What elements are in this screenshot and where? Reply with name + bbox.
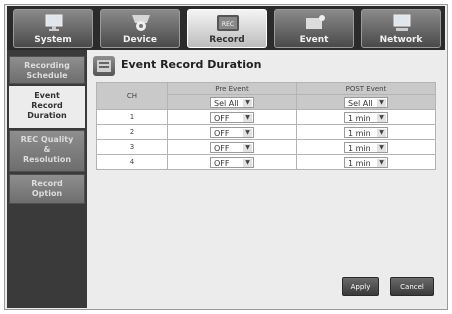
rec-icon-text: REC: [222, 21, 234, 28]
sidebar-item-label: Resolution: [22, 155, 72, 164]
chevron-down-icon: ▼: [377, 143, 386, 152]
sidebar-item-label: Recording: [24, 61, 70, 70]
sidebar: Recording Schedule Event Record Duration…: [7, 50, 87, 308]
select-value: 1 min: [348, 128, 371, 138]
sidebar-item-label: Duration: [27, 111, 67, 120]
table-row: 2 OFF ▼ 1 min ▼: [96, 124, 436, 140]
post-event-cell: 1 min ▼: [296, 154, 436, 170]
chevron-down-icon: ▼: [243, 143, 252, 152]
sidebar-item-label: &: [43, 145, 51, 154]
cancel-button[interactable]: Cancel: [390, 277, 434, 296]
pre-event-cell: OFF ▼: [167, 154, 297, 170]
select-value: OFF: [214, 113, 230, 123]
event-icon: [306, 15, 325, 29]
pre-event-cell: OFF ▼: [167, 124, 297, 140]
sidebar-item-label: REC Quality: [20, 135, 74, 144]
pre-event-select[interactable]: OFF ▼: [210, 156, 254, 168]
ch-number: 4: [96, 154, 168, 170]
event-duration-table: CH Pre Event POST Event Sel All ▼ Sel All…: [96, 82, 436, 170]
sidebar-item-rec-quality[interactable]: REC Quality & Resolution: [9, 130, 85, 172]
pre-select-all-cell: Sel All ▼: [167, 94, 297, 110]
table-row: 4 OFF ▼ 1 min ▼: [96, 154, 436, 170]
sidebar-item-label: Record: [31, 101, 63, 110]
select-value: 1 min: [348, 158, 371, 168]
monitor-icon: [45, 14, 63, 31]
column-header-post-event: POST Event: [296, 82, 436, 95]
record-duration-icon: [93, 56, 115, 76]
pre-event-cell: OFF ▼: [167, 139, 297, 155]
pre-event-cell: OFF ▼: [167, 109, 297, 125]
sidebar-item-event-record-duration[interactable]: Event Record Duration: [9, 86, 85, 128]
chevron-down-icon: ▼: [377, 113, 386, 122]
chevron-down-icon: ▼: [243, 113, 252, 122]
post-select-all-cell: Sel All ▼: [296, 94, 436, 110]
post-event-cell: 1 min ▼: [296, 139, 436, 155]
post-event-select[interactable]: 1 min ▼: [344, 156, 388, 168]
select-value: Sel All: [214, 98, 239, 108]
post-event-select[interactable]: 1 min ▼: [344, 111, 388, 123]
post-event-cell: 1 min ▼: [296, 124, 436, 140]
table-row: 3 OFF ▼ 1 min ▼: [96, 139, 436, 155]
tab-label: Network: [379, 35, 423, 45]
chevron-down-icon: ▼: [243, 98, 252, 107]
ch-number: 1: [96, 109, 168, 125]
sidebar-item-label: Event: [34, 91, 60, 100]
tab-system[interactable]: System: [13, 9, 93, 48]
tab-network[interactable]: Network: [361, 9, 441, 48]
column-header-pre-event: Pre Event: [167, 82, 297, 95]
network-icon: [393, 14, 411, 31]
top-menu-bar: System Device REC Record Event Network: [7, 6, 445, 50]
chevron-down-icon: ▼: [377, 128, 386, 137]
sidebar-item-label: Option: [31, 189, 63, 198]
post-event-select-all[interactable]: Sel All ▼: [344, 96, 388, 108]
tab-label: Record: [209, 35, 245, 45]
post-event-select[interactable]: 1 min ▼: [344, 141, 388, 153]
rec-icon: REC: [217, 15, 239, 31]
camera-icon: [132, 15, 150, 31]
tab-record[interactable]: REC Record: [187, 9, 267, 48]
select-value: OFF: [214, 128, 230, 138]
post-event-cell: 1 min ▼: [296, 109, 436, 125]
table-row: 1 OFF ▼ 1 min ▼: [96, 109, 436, 125]
pre-event-select-all[interactable]: Sel All ▼: [210, 96, 254, 108]
pre-event-select[interactable]: OFF ▼: [210, 141, 254, 153]
chevron-down-icon: ▼: [377, 158, 386, 167]
post-event-select[interactable]: 1 min ▼: [344, 126, 388, 138]
chevron-down-icon: ▼: [243, 158, 252, 167]
pre-event-select[interactable]: OFF ▼: [210, 126, 254, 138]
tab-device[interactable]: Device: [100, 9, 180, 48]
chevron-down-icon: ▼: [243, 128, 252, 137]
tab-label: System: [34, 35, 72, 45]
sidebar-item-label: Record: [31, 179, 63, 188]
select-value: OFF: [214, 143, 230, 153]
select-value: OFF: [214, 158, 230, 168]
select-value: 1 min: [348, 143, 371, 153]
tab-event[interactable]: Event: [274, 9, 354, 48]
ch-number: 3: [96, 139, 168, 155]
sidebar-item-recording-schedule[interactable]: Recording Schedule: [9, 56, 85, 84]
pre-event-select[interactable]: OFF ▼: [210, 111, 254, 123]
sidebar-item-label: Schedule: [26, 71, 68, 80]
tab-label: Event: [299, 35, 329, 45]
tab-label: Device: [123, 35, 157, 45]
chevron-down-icon: ▼: [377, 98, 386, 107]
column-header-ch: CH: [96, 82, 168, 110]
select-value: Sel All: [348, 98, 373, 108]
select-value: 1 min: [348, 113, 371, 123]
ch-number: 2: [96, 124, 168, 140]
page-title: Event Record Duration: [121, 58, 262, 71]
main-content: Event Record Duration CH Pre Event POST …: [87, 50, 445, 308]
sidebar-item-record-option[interactable]: Record Option: [9, 174, 85, 204]
apply-button[interactable]: Apply: [342, 277, 379, 296]
